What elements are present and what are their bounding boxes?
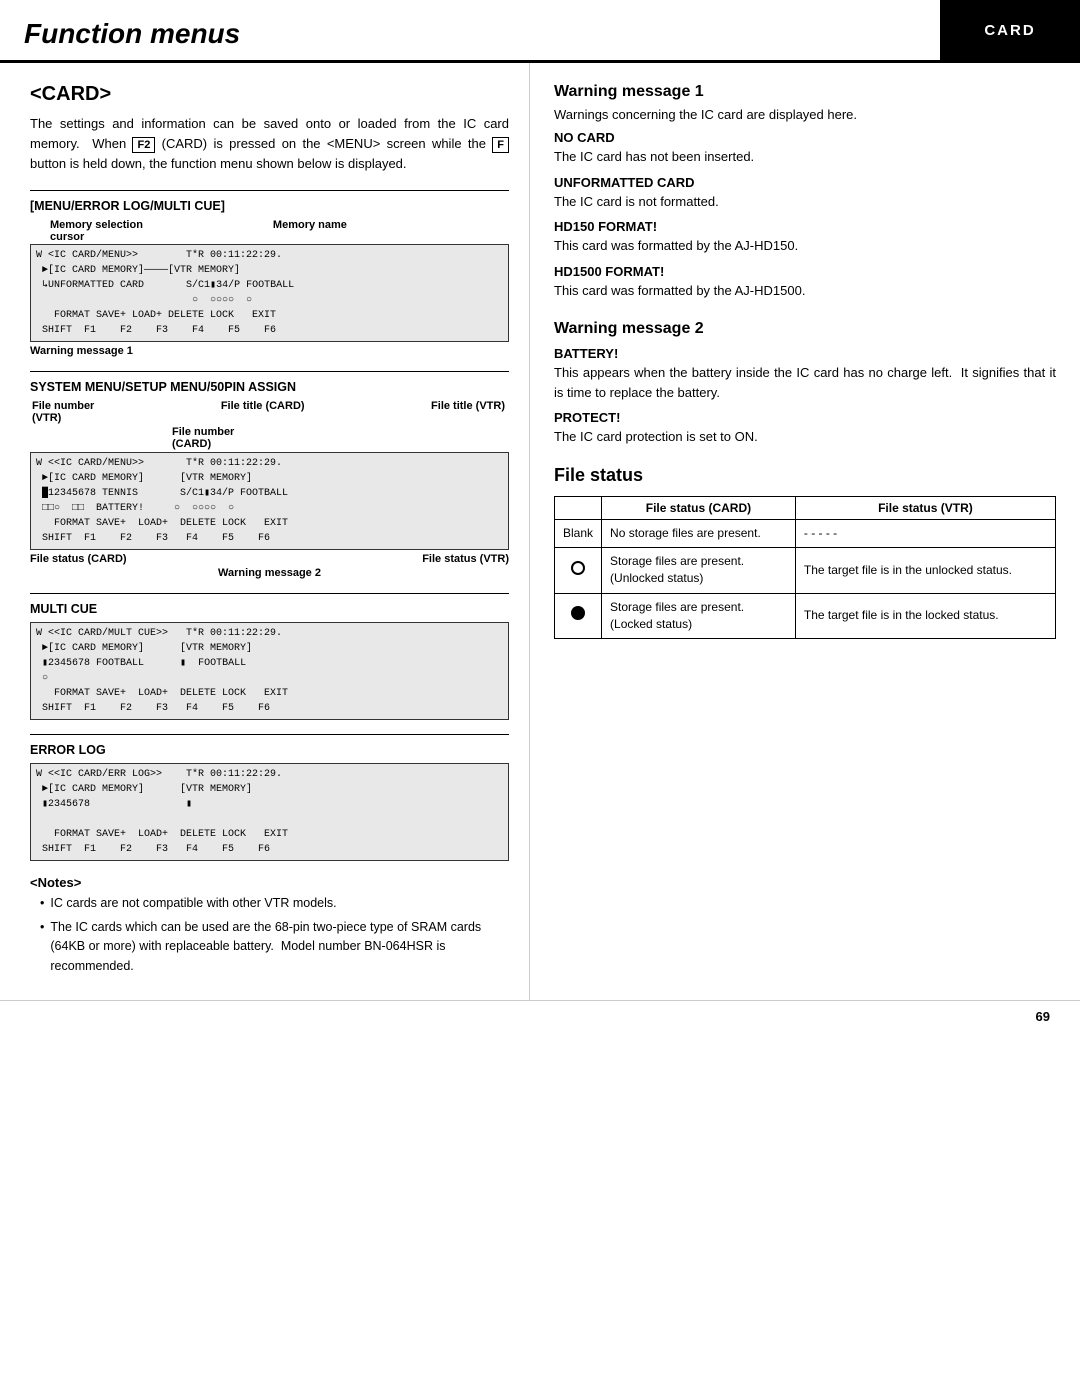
notes-list: IC cards are not compatible with other V… (30, 894, 509, 976)
card-status-unlocked: Storage files are present.(Unlocked stat… (602, 547, 796, 593)
file-status-table: File status (CARD) File status (VTR) Bla… (554, 496, 1056, 640)
mc-line-4: ○ (36, 671, 503, 686)
icon-circle-filled (555, 593, 602, 639)
warning1-title: Warning message 1 (554, 83, 1056, 101)
subsection-error-log: ERROR LOG (30, 734, 509, 757)
subsection-menu-error-log: [MENU/ERROR LOG/MULTI CUE] (30, 190, 509, 213)
label-file-number-card: File number(CARD) (172, 426, 234, 450)
label-memory-selection: Memory selectioncursor (50, 219, 143, 243)
screen-line-3: ↳UNFORMATTED CARD S/C1▮34/P FOOTBALL (36, 278, 503, 293)
label-memory-name: Memory name (273, 219, 347, 243)
screen-note-1: Warning message 1 (30, 345, 509, 357)
col-header-vtr: File status (VTR) (795, 496, 1055, 519)
hd150-text: This card was formatted by the AJ-HD150. (554, 236, 1056, 256)
el-line-6: SHIFT F1 F2 F3 F4 F5 F6 (36, 842, 503, 857)
circle-filled-icon (571, 606, 585, 620)
subsection-system-menu: SYSTEM MENU/SETUP MENU/50PIN ASSIGN (30, 371, 509, 394)
battery-text: This appears when the battery inside the… (554, 363, 1056, 402)
mc-line-2: ►[IC CARD MEMORY] [VTR MEMORY] (36, 641, 503, 656)
screen-note-2: Warning message 2 (30, 567, 509, 579)
hd150-title: HD150 FORMAT! (554, 219, 1056, 234)
vtr-status-blank: - - - - - (795, 519, 1055, 547)
file-status-title: File status (554, 465, 1056, 486)
label-file-title-vtr: File title (VTR) (431, 400, 505, 412)
battery-title: BATTERY! (554, 346, 1056, 361)
el-line-5: FORMAT SAVE+ LOAD+ DELETE LOCK EXIT (36, 827, 503, 842)
screen2-line-3: █12345678 TENNIS S/C1▮34/P FOOTBALL (36, 486, 503, 501)
screen-line-2: ►[IC CARD MEMORY]————[VTR MEMORY] (36, 263, 503, 278)
notes-title: <Notes> (30, 875, 509, 890)
mc-line-6: SHIFT F1 F2 F3 F4 F5 F6 (36, 701, 503, 716)
screen-line-4: ○ ○○○○ ○ (36, 293, 503, 308)
protect-title: PROTECT! (554, 410, 1056, 425)
col-header-icon (555, 496, 602, 519)
icon-circle-open (555, 547, 602, 593)
hd1500-text: This card was formatted by the AJ-HD1500… (554, 281, 1056, 301)
table-row: Blank No storage files are present. - - … (555, 519, 1056, 547)
circle-open-icon (571, 561, 585, 575)
label-file-status-vtr: File status (VTR) (422, 553, 509, 565)
screen-error-log: W <<IC CARD/ERR LOG>> T*R 00:11:22:29. ►… (30, 763, 509, 861)
note-item-1: IC cards are not compatible with other V… (40, 894, 509, 913)
page-body: <CARD> The settings and information can … (0, 63, 1080, 1000)
table-row: Storage files are present.(Locked status… (555, 593, 1056, 639)
card-status-blank: No storage files are present. (602, 519, 796, 547)
el-line-2: ►[IC CARD MEMORY] [VTR MEMORY] (36, 782, 503, 797)
note-item-2: The IC cards which can be used are the 6… (40, 918, 509, 976)
el-line-4 (36, 812, 503, 827)
label-file-title-card: File title (CARD) (221, 400, 305, 412)
card-intro-text: The settings and information can be save… (30, 114, 509, 174)
screen2-line-6: SHIFT F1 F2 F3 F4 F5 F6 (36, 531, 503, 546)
screen2-line-1: W <<IC CARD/MENU>> T*R 00:11:22:29. (36, 456, 503, 471)
mc-line-5: FORMAT SAVE+ LOAD+ DELETE LOCK EXIT (36, 686, 503, 701)
notes-section: <Notes> IC cards are not compatible with… (30, 875, 509, 976)
mc-line-1: W <<IC CARD/MULT CUE>> T*R 00:11:22:29. (36, 626, 503, 641)
el-line-1: W <<IC CARD/ERR LOG>> T*R 00:11:22:29. (36, 767, 503, 782)
no-card-text: The IC card has not been inserted. (554, 147, 1056, 167)
page-number: 69 (0, 1000, 1080, 1032)
vtr-status-unlocked: The target file is in the unlocked statu… (795, 547, 1055, 593)
table-row: Storage files are present.(Unlocked stat… (555, 547, 1056, 593)
warning1-intro: Warnings concerning the IC card are disp… (554, 107, 1056, 122)
mc-line-3: ▮2345678 FOOTBALL ▮ FOOTBALL (36, 656, 503, 671)
page-header: Function menus CARD (0, 0, 1080, 63)
col-header-card: File status (CARD) (602, 496, 796, 519)
screen2-line-4: □□○ □□ BATTERY! ○ ○○○○ ○ (36, 501, 503, 516)
page-title: Function menus (0, 0, 940, 60)
right-column: Warning message 1 Warnings concerning th… (530, 63, 1080, 1000)
left-column: <CARD> The settings and information can … (0, 63, 530, 1000)
screen2-line-5: FORMAT SAVE+ LOAD+ DELETE LOCK EXIT (36, 516, 503, 531)
warning2-title: Warning message 2 (554, 320, 1056, 338)
unformatted-card-title: UNFORMATTED CARD (554, 175, 1056, 190)
screen-multi-cue: W <<IC CARD/MULT CUE>> T*R 00:11:22:29. … (30, 622, 509, 720)
screen-menu-error-log: W <IC CARD/MENU>> T*R 00:11:22:29. ►[IC … (30, 244, 509, 342)
no-card-title: NO CARD (554, 130, 1056, 145)
screen-system-menu: W <<IC CARD/MENU>> T*R 00:11:22:29. ►[IC… (30, 452, 509, 550)
protect-text: The IC card protection is set to ON. (554, 427, 1056, 447)
subsection-multi-cue: MULTI CUE (30, 593, 509, 616)
screen-line-5: FORMAT SAVE+ LOAD+ DELETE LOCK EXIT (36, 308, 503, 323)
screen2-line-2: ►[IC CARD MEMORY] [VTR MEMORY] (36, 471, 503, 486)
card-status-locked: Storage files are present.(Locked status… (602, 593, 796, 639)
label-file-number-vtr: File number(VTR) (32, 400, 94, 424)
card-section-title: <CARD> (30, 83, 509, 106)
hd1500-title: HD1500 FORMAT! (554, 264, 1056, 279)
header-tab: CARD (940, 0, 1080, 60)
icon-blank: Blank (555, 519, 602, 547)
unformatted-card-text: The IC card is not formatted. (554, 192, 1056, 212)
el-line-3: ▮2345678 ▮ (36, 797, 503, 812)
label-file-status-card: File status (CARD) (30, 553, 127, 565)
vtr-status-locked: The target file is in the locked status. (795, 593, 1055, 639)
screen-line-1: W <IC CARD/MENU>> T*R 00:11:22:29. (36, 248, 503, 263)
screen-line-6: SHIFT F1 F2 F3 F4 F5 F6 (36, 323, 503, 338)
